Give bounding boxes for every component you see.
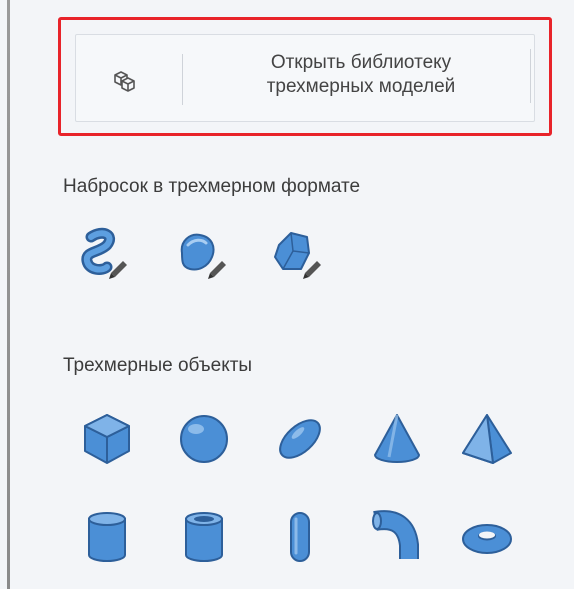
cone-icon[interactable] <box>367 409 427 469</box>
button-divider-right <box>530 49 531 103</box>
button-divider <box>182 54 183 105</box>
tube-icon[interactable] <box>174 507 234 567</box>
ellipsoid-icon[interactable] <box>270 409 330 469</box>
sketch-3d-title: Набросок в трехмерном формате <box>63 176 361 197</box>
elbow-pipe-icon[interactable] <box>367 507 427 567</box>
3d-objects-title: Трехмерные объекты <box>63 355 253 376</box>
pyramid-icon[interactable] <box>457 409 517 469</box>
capsule-icon[interactable] <box>270 507 330 567</box>
3d-library-icon <box>109 67 139 97</box>
3d-sharp-edge-sketch-icon[interactable] <box>263 223 323 283</box>
open-3d-library-label: Открыть библиотеку трехмерных моделей <box>266 52 456 97</box>
sphere-icon[interactable] <box>174 409 234 469</box>
panel-left-border <box>7 0 10 589</box>
3d-tube-sketch-icon[interactable] <box>73 223 133 283</box>
open-3d-library-button[interactable]: Открыть библиотеку трехмерных моделей <box>75 34 535 122</box>
open-3d-library-highlight: Открыть библиотеку трехмерных моделей <box>58 17 552 136</box>
cylinder-icon[interactable] <box>77 507 137 567</box>
cube-icon[interactable] <box>77 409 137 469</box>
3d-soft-edge-sketch-icon[interactable] <box>168 223 228 283</box>
torus-icon[interactable] <box>457 507 517 567</box>
